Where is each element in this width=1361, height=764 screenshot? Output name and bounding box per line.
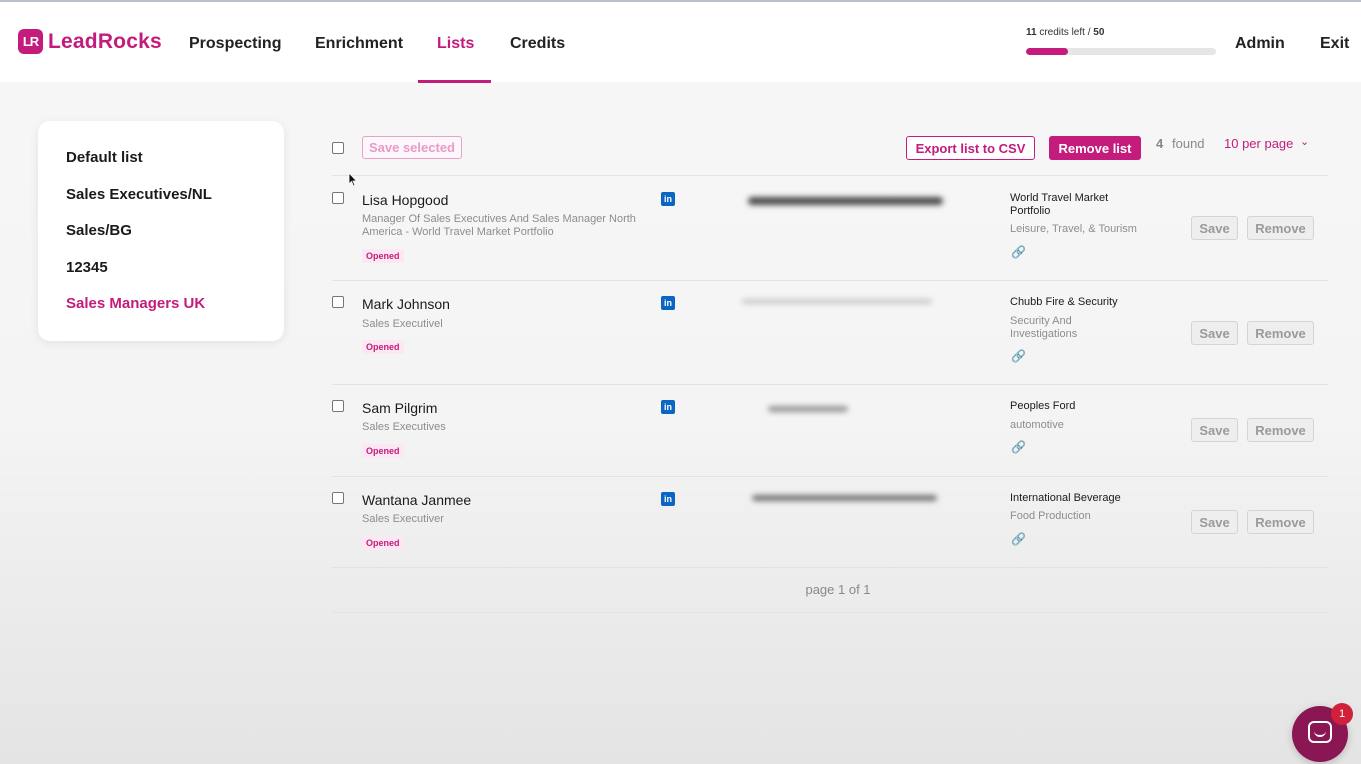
linkedin-icon[interactable]: in: [661, 492, 675, 506]
credits-counter: 11 credits left / 50: [1026, 27, 1104, 38]
chat-icon: [1308, 721, 1332, 743]
company-industry: automotive: [1010, 419, 1064, 431]
status-badge: Opened: [362, 340, 404, 354]
table-row: Sam Pilgrim Sales Executives Opened in P…: [0, 385, 1361, 489]
remove-list-button[interactable]: Remove list: [1049, 136, 1141, 160]
contact-title: Manager Of Sales Executives And Sales Ma…: [362, 213, 636, 238]
blurred-contact-info: [752, 495, 937, 501]
chat-notification-badge: 1: [1331, 703, 1353, 725]
row-divider: [332, 567, 1328, 568]
status-badge: Opened: [362, 536, 404, 550]
table-row: Wantana Janmee Sales Executiver Opened i…: [0, 477, 1361, 581]
contact-name[interactable]: Sam Pilgrim: [362, 400, 437, 416]
row-divider: [332, 612, 1328, 613]
contact-title: Sales Executiver: [362, 513, 444, 525]
logo[interactable]: LR LeadRocks: [18, 29, 162, 54]
company-industry: Leisure, Travel, & Tourism: [1010, 223, 1137, 235]
company-industry: Food Production: [1010, 510, 1091, 522]
row-checkbox[interactable]: [332, 192, 344, 204]
save-button[interactable]: Save: [1191, 321, 1238, 345]
per-page-select[interactable]: 10 per page: [1224, 136, 1293, 151]
linkedin-icon[interactable]: in: [661, 192, 675, 206]
export-csv-button[interactable]: Export list to CSV: [906, 136, 1035, 160]
row-checkbox[interactable]: [332, 296, 344, 308]
save-button[interactable]: Save: [1191, 418, 1238, 442]
nav-prospecting[interactable]: Prospecting: [189, 35, 281, 53]
save-selected-button[interactable]: Save selected: [362, 136, 462, 159]
nav-lists[interactable]: Lists: [437, 35, 474, 53]
select-all-checkbox[interactable]: [332, 142, 344, 154]
save-button[interactable]: Save: [1191, 216, 1238, 240]
table-row: Mark Johnson Sales Executivel Opened in …: [0, 281, 1361, 385]
contact-name[interactable]: Lisa Hopgood: [362, 192, 448, 208]
link-icon[interactable]: 🔗: [1011, 532, 1026, 546]
found-label: found: [1172, 136, 1205, 151]
credits-used: 11: [1026, 27, 1037, 38]
linkedin-icon[interactable]: in: [661, 400, 675, 414]
contact-title: Sales Executives: [362, 421, 446, 433]
remove-button[interactable]: Remove: [1247, 418, 1314, 442]
credits-text: credits left /: [1036, 27, 1094, 38]
logo-text: LeadRocks: [48, 29, 162, 53]
contact-name[interactable]: Wantana Janmee: [362, 492, 471, 508]
nav-enrichment[interactable]: Enrichment: [315, 35, 403, 53]
remove-button[interactable]: Remove: [1247, 216, 1314, 240]
company-name: International Beverage: [1010, 492, 1121, 504]
chevron-down-icon[interactable]: ⌄: [1300, 135, 1309, 148]
blurred-contact-info: [742, 299, 932, 304]
company-industry: Security And Investigations: [1010, 315, 1078, 340]
nav-credits[interactable]: Credits: [510, 35, 565, 53]
blurred-contact-info: [748, 197, 943, 205]
top-header: LR LeadRocks Prospecting Enrichment List…: [0, 0, 1361, 83]
table-row: Lisa Hopgood Manager Of Sales Executives…: [0, 176, 1361, 280]
remove-button[interactable]: Remove: [1247, 510, 1314, 534]
contact-title: Sales Executivel: [362, 318, 443, 330]
blurred-contact-info: [768, 406, 848, 412]
remove-button[interactable]: Remove: [1247, 321, 1314, 345]
exit-link[interactable]: Exit: [1320, 35, 1349, 53]
admin-link[interactable]: Admin: [1235, 35, 1285, 53]
company-name: Chubb Fire & Security: [1010, 296, 1118, 308]
pagination-label: page 1 of 1: [805, 582, 871, 597]
mouse-cursor-icon: [348, 172, 358, 187]
contact-name[interactable]: Mark Johnson: [362, 296, 450, 312]
credits-total: 50: [1093, 27, 1105, 38]
link-icon[interactable]: 🔗: [1011, 349, 1026, 363]
found-count: 4: [1156, 136, 1164, 151]
row-checkbox[interactable]: [332, 400, 344, 412]
row-checkbox[interactable]: [332, 492, 344, 504]
credits-progress-bar: [1026, 48, 1216, 55]
status-badge: Opened: [362, 444, 404, 458]
status-badge: Opened: [362, 249, 404, 263]
link-icon[interactable]: 🔗: [1011, 440, 1026, 454]
logo-mark-icon: LR: [18, 29, 43, 54]
link-icon[interactable]: 🔗: [1011, 245, 1026, 259]
save-button[interactable]: Save: [1191, 510, 1238, 534]
active-nav-underline: [418, 80, 491, 83]
company-name: Peoples Ford: [1010, 400, 1076, 412]
credits-progress-fill: [1026, 48, 1068, 55]
sidebar-item-default-list[interactable]: Default list: [66, 149, 143, 166]
linkedin-icon[interactable]: in: [661, 296, 675, 310]
company-name: World Travel Market Portfolio: [1010, 192, 1109, 217]
